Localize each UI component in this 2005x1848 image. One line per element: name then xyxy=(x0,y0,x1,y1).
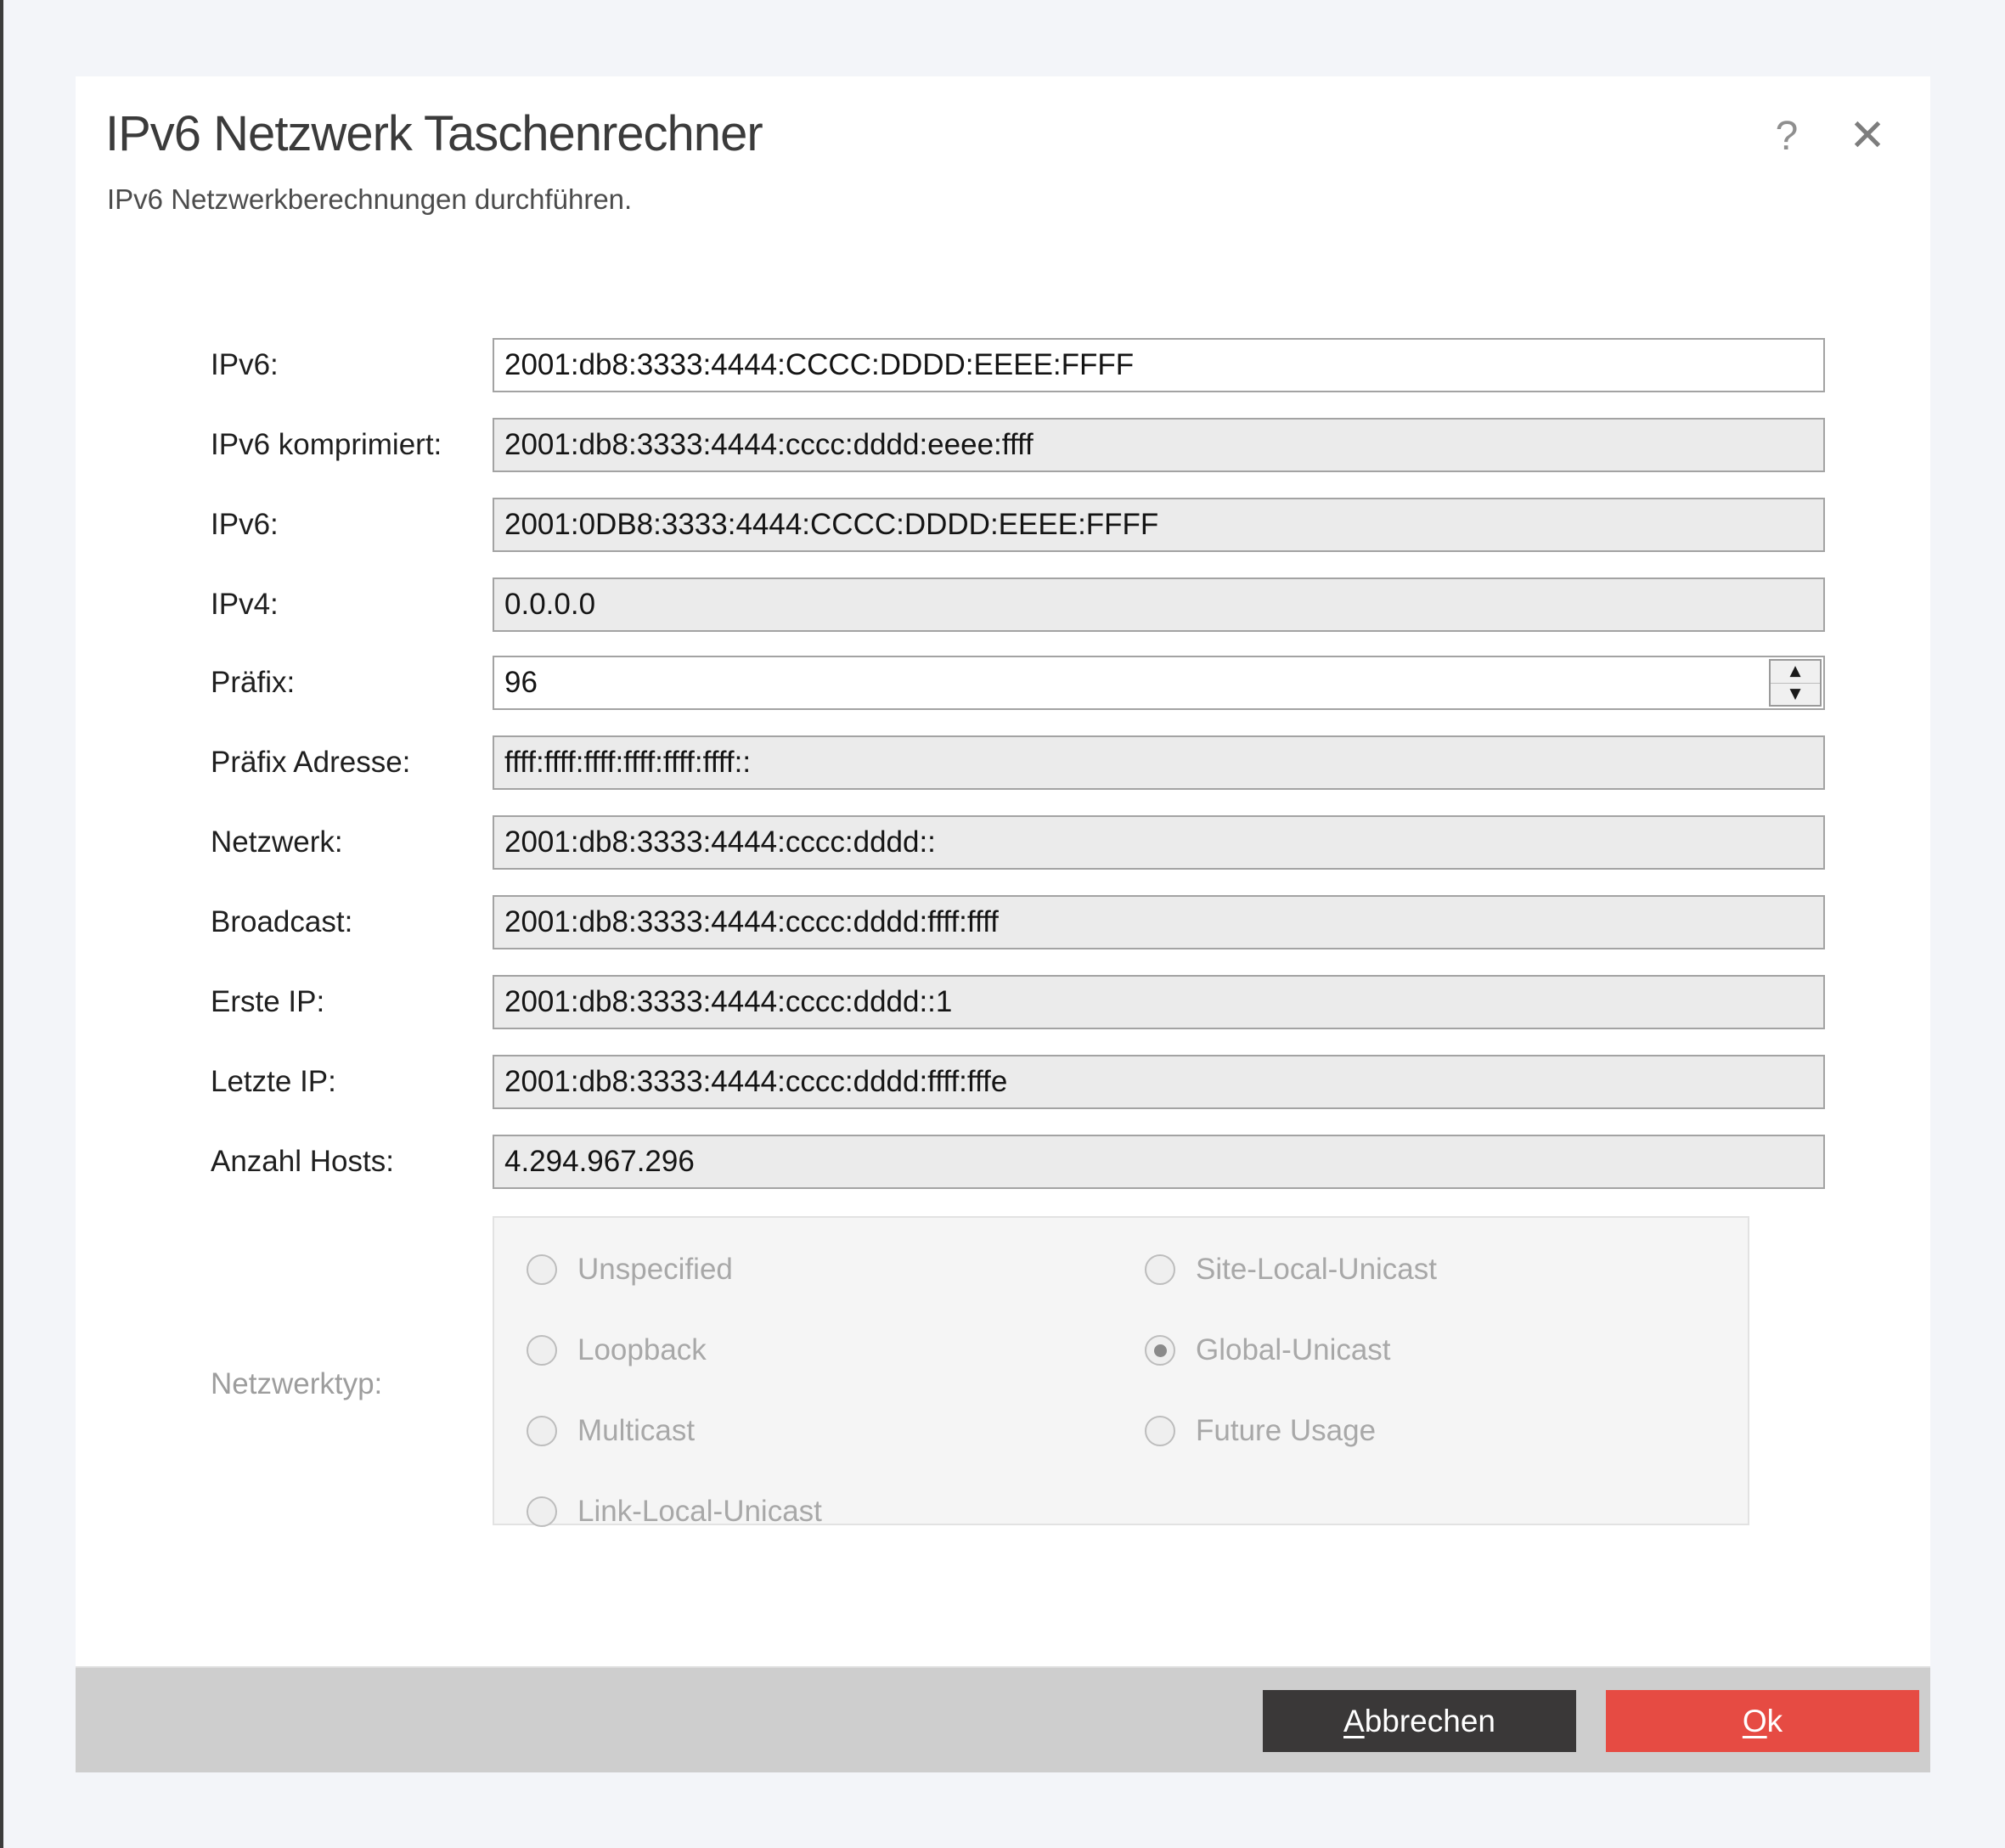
network-output xyxy=(493,815,1825,870)
last-ip-output xyxy=(493,1055,1825,1109)
form-row-network: Netzwerk: xyxy=(211,815,1825,870)
field-label: IPv6: xyxy=(211,508,493,542)
form-row-first-ip: Erste IP: xyxy=(211,975,1825,1029)
ok-button[interactable]: Ok xyxy=(1606,1690,1919,1752)
form-row-ipv6-compressed: IPv6 komprimiert: xyxy=(211,418,1825,472)
quantity-stepper: ▲ ▼ xyxy=(1769,659,1822,707)
desktop-background: IPv6 Netzwerk Taschenrechner IPv6 Netzwe… xyxy=(0,0,2005,1848)
radio-label: Loopback xyxy=(577,1333,707,1367)
ipv4-output xyxy=(493,578,1825,632)
radio-label: Unspecified xyxy=(577,1253,733,1287)
ipv6-calculator-dialog: IPv6 Netzwerk Taschenrechner IPv6 Netzwe… xyxy=(76,76,1930,1772)
arrow-down-icon: ▼ xyxy=(1789,687,1800,701)
host-count-output xyxy=(493,1135,1825,1189)
radio-icon xyxy=(527,1254,557,1285)
form-row-ipv4: IPv4: xyxy=(211,578,1825,632)
ipv6-input[interactable] xyxy=(493,338,1825,392)
field-label: IPv6: xyxy=(211,348,493,382)
form-row-ipv6: IPv6: xyxy=(211,338,1825,392)
broadcast-output xyxy=(493,895,1825,949)
field-label: IPv4: xyxy=(211,588,493,622)
field-label: IPv6 komprimiert: xyxy=(211,428,493,462)
form-row-broadcast: Broadcast: xyxy=(211,895,1825,949)
dialog-subtitle: IPv6 Netzwerkberechnungen durchführen. xyxy=(107,183,632,216)
network-type-label: Netzwerktyp: xyxy=(211,1367,382,1401)
spin-down-button[interactable]: ▼ xyxy=(1771,684,1820,706)
radio-loopback: Loopback xyxy=(527,1332,707,1369)
screen-edge-line xyxy=(0,0,3,1848)
radio-global-unicast: Global-Unicast xyxy=(1145,1332,1391,1369)
ipv6-compressed-output xyxy=(493,418,1825,472)
arrow-up-icon: ▲ xyxy=(1789,664,1800,679)
prefix-address-output xyxy=(493,735,1825,790)
radio-label: Site-Local-Unicast xyxy=(1196,1253,1437,1287)
radio-future-usage: Future Usage xyxy=(1145,1412,1376,1450)
radio-icon xyxy=(1145,1416,1175,1446)
ipv6-full-output xyxy=(493,498,1825,552)
radio-label: Future Usage xyxy=(1196,1414,1376,1448)
help-icon[interactable]: ? xyxy=(1761,107,1812,166)
form-row-last-ip: Letzte IP: xyxy=(211,1055,1825,1109)
prefix-input[interactable] xyxy=(493,656,1825,710)
field-label: Präfix: xyxy=(211,666,493,700)
radio-site-local-unicast: Site-Local-Unicast xyxy=(1145,1251,1437,1288)
field-label: Broadcast: xyxy=(211,905,493,939)
prefix-spinner-field: ▲ ▼ xyxy=(493,656,1825,710)
cancel-button[interactable]: Abbrechen xyxy=(1263,1690,1576,1752)
radio-icon xyxy=(527,1416,557,1446)
radio-selected-icon xyxy=(1145,1335,1175,1366)
dialog-title: IPv6 Netzwerk Taschenrechner xyxy=(105,105,763,162)
field-label: Letzte IP: xyxy=(211,1065,493,1099)
field-label: Netzwerk: xyxy=(211,825,493,859)
form-row-ipv6-full: IPv6: xyxy=(211,498,1825,552)
close-icon[interactable]: ✕ xyxy=(1835,104,1900,168)
form-row-prefix: Präfix: ▲ ▼ xyxy=(211,656,1825,710)
radio-icon xyxy=(527,1335,557,1366)
radio-link-local-unicast: Link-Local-Unicast xyxy=(527,1493,822,1530)
radio-multicast: Multicast xyxy=(527,1412,695,1450)
radio-label: Global-Unicast xyxy=(1196,1333,1391,1367)
radio-icon xyxy=(527,1496,557,1527)
form-row-prefix-address: Präfix Adresse: xyxy=(211,735,1825,790)
radio-label: Link-Local-Unicast xyxy=(577,1495,822,1529)
field-label: Anzahl Hosts: xyxy=(211,1145,493,1179)
radio-unspecified: Unspecified xyxy=(527,1251,733,1288)
field-label: Erste IP: xyxy=(211,985,493,1019)
radio-label: Multicast xyxy=(577,1414,695,1448)
first-ip-output xyxy=(493,975,1825,1029)
spin-up-button[interactable]: ▲ xyxy=(1771,661,1820,684)
dialog-footer: Abbrechen Ok xyxy=(76,1666,1930,1772)
field-label: Präfix Adresse: xyxy=(211,746,493,780)
radio-icon xyxy=(1145,1254,1175,1285)
form-row-host-count: Anzahl Hosts: xyxy=(211,1135,1825,1189)
